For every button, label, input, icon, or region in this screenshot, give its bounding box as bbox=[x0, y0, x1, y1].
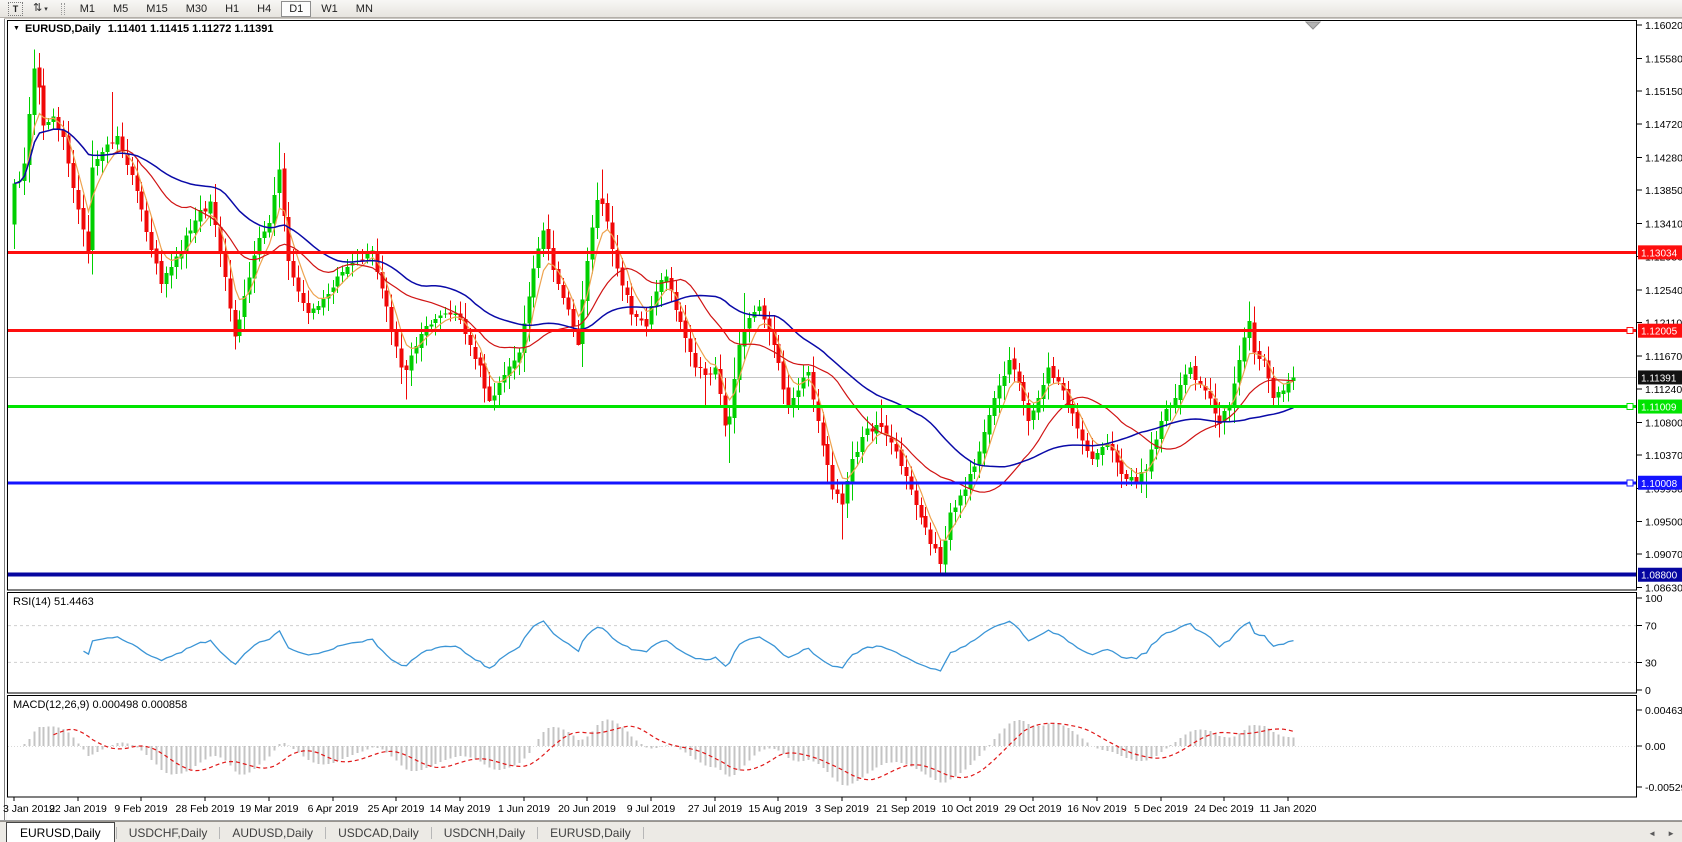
svg-text:1 Jun 2019: 1 Jun 2019 bbox=[498, 803, 550, 815]
text-tool-icon: T bbox=[8, 1, 23, 16]
timeframe-button-d1[interactable]: D1 bbox=[281, 0, 312, 17]
price-axis: 1.16020 1.15580 1.15150 1.14720 1.14280 1.138… bbox=[1637, 20, 1682, 794]
svg-text:1.13034: 1.13034 bbox=[1641, 248, 1678, 259]
timeframe-button-mn[interactable]: MN bbox=[348, 1, 381, 17]
tab-usdchf-daily[interactable]: USDCHF,Daily bbox=[118, 824, 219, 842]
svg-text:1.08800: 1.08800 bbox=[1641, 571, 1678, 582]
svg-text:27 Jul 2019: 27 Jul 2019 bbox=[688, 803, 742, 815]
svg-text:1.16020: 1.16020 bbox=[1645, 20, 1682, 32]
svg-text:15 Aug 2019: 15 Aug 2019 bbox=[749, 803, 808, 815]
tab-scroll-right-icon[interactable]: ► bbox=[1667, 830, 1675, 838]
chart-tabbar: EURUSD,Daily USDCHF,Daily AUDUSD,Daily USDC… bbox=[0, 821, 1682, 842]
svg-text:5 Dec 2019: 5 Dec 2019 bbox=[1134, 803, 1188, 815]
cursor-tool-button[interactable]: ⇅ ▾ bbox=[29, 0, 52, 17]
svg-text:1.10800: 1.10800 bbox=[1645, 417, 1682, 429]
svg-text:9 Feb 2019: 9 Feb 2019 bbox=[114, 803, 167, 815]
svg-text:19 Mar 2019: 19 Mar 2019 bbox=[240, 803, 299, 815]
svg-text:1.14280: 1.14280 bbox=[1645, 152, 1682, 164]
timeframe-button-h1[interactable]: H1 bbox=[217, 1, 247, 17]
svg-text:1.14720: 1.14720 bbox=[1645, 119, 1682, 131]
svg-text:1.11391: 1.11391 bbox=[1641, 373, 1677, 384]
svg-text:0.00463: 0.00463 bbox=[1645, 705, 1682, 717]
price-chart-svg[interactable]: 1.16020 1.15580 1.15150 1.14720 1.14280 1.138… bbox=[0, 0, 1682, 842]
svg-text:0.00: 0.00 bbox=[1645, 741, 1666, 753]
tab-eurusd-daily[interactable]: EURUSD,Daily bbox=[6, 822, 115, 842]
chart-symbol-label: EURUSD,Daily bbox=[24, 23, 101, 35]
svg-text:1.10008: 1.10008 bbox=[1641, 479, 1678, 490]
mt4-window: T ⇅ ▾ M1 M5 M15 M30 H1 H4 D1 W1 MN 1.16020 1.1558… bbox=[0, 0, 1682, 842]
svg-text:1.15580: 1.15580 bbox=[1645, 54, 1682, 66]
svg-text:16 Nov 2019: 16 Nov 2019 bbox=[1067, 803, 1127, 815]
svg-text:21 Sep 2019: 21 Sep 2019 bbox=[876, 803, 936, 815]
tab-scroll-arrows: ◄ ► bbox=[1648, 830, 1675, 838]
svg-text:1.11240: 1.11240 bbox=[1645, 384, 1682, 396]
pane-frames bbox=[0, 20, 1682, 821]
tab-separator bbox=[325, 827, 327, 839]
svg-text:3 Jan 2019: 3 Jan 2019 bbox=[3, 803, 55, 815]
svg-text:1.11009: 1.11009 bbox=[1641, 403, 1677, 414]
tab-separator bbox=[642, 827, 644, 839]
svg-text:9 Jul 2019: 9 Jul 2019 bbox=[627, 803, 676, 815]
timeframe-button-m15[interactable]: M15 bbox=[138, 1, 175, 17]
macd-indicator-label: MACD(12,26,9) 0.000498 0.000858 bbox=[13, 699, 188, 711]
tab-eurusd-daily[interactable]: EURUSD,Daily bbox=[539, 824, 642, 842]
toolbar-grip bbox=[60, 2, 65, 15]
svg-text:22 Jan 2019: 22 Jan 2019 bbox=[49, 803, 107, 815]
chart-tabs: EURUSD,Daily USDCHF,Daily AUDUSD,Daily USDC… bbox=[6, 822, 645, 842]
chart-title: ▼ EURUSD,Daily 1.11401 1.11415 1.11272 1.1… bbox=[13, 23, 274, 35]
tab-usdcnh-daily[interactable]: USDCNH,Daily bbox=[433, 824, 536, 842]
svg-text:1.12540: 1.12540 bbox=[1645, 285, 1682, 297]
svg-text:3 Sep 2019: 3 Sep 2019 bbox=[815, 803, 869, 815]
svg-text:1.09070: 1.09070 bbox=[1645, 549, 1682, 561]
svg-text:1.12005: 1.12005 bbox=[1641, 327, 1678, 338]
svg-text:10 Oct 2019: 10 Oct 2019 bbox=[941, 803, 998, 815]
toolbar: T ⇅ ▾ M1 M5 M15 M30 H1 H4 D1 W1 MN bbox=[0, 0, 1682, 18]
timeframe-button-w1[interactable]: W1 bbox=[313, 1, 346, 17]
timeframe-button-m5[interactable]: M5 bbox=[105, 1, 136, 17]
updown-arrows-icon: ⇅ bbox=[33, 2, 43, 14]
text-tool-button[interactable]: T bbox=[4, 0, 27, 17]
svg-text:70: 70 bbox=[1645, 621, 1657, 633]
tab-separator bbox=[537, 827, 539, 839]
svg-text:0: 0 bbox=[1645, 685, 1651, 697]
svg-text:1.11670: 1.11670 bbox=[1645, 351, 1682, 363]
svg-text:1.13850: 1.13850 bbox=[1645, 185, 1682, 197]
svg-text:100: 100 bbox=[1645, 593, 1663, 605]
svg-text:1.15150: 1.15150 bbox=[1645, 86, 1682, 98]
svg-text:28 Feb 2019: 28 Feb 2019 bbox=[176, 803, 235, 815]
tab-scroll-left-icon[interactable]: ◄ bbox=[1648, 830, 1656, 838]
timeframe-button-m1[interactable]: M1 bbox=[72, 1, 103, 17]
tab-separator bbox=[115, 827, 117, 839]
svg-text:-0.00529: -0.00529 bbox=[1645, 782, 1682, 794]
svg-text:6 Apr 2019: 6 Apr 2019 bbox=[308, 803, 359, 815]
timeframe-button-m30[interactable]: M30 bbox=[178, 1, 215, 17]
svg-text:14 May 2019: 14 May 2019 bbox=[430, 803, 491, 815]
svg-text:25 Apr 2019: 25 Apr 2019 bbox=[368, 803, 425, 815]
svg-text:1.13410: 1.13410 bbox=[1645, 219, 1682, 231]
svg-text:29 Oct 2019: 29 Oct 2019 bbox=[1004, 803, 1061, 815]
rsi-indicator-label: RSI(14) 51.4463 bbox=[13, 596, 94, 608]
chevron-down-icon: ▾ bbox=[44, 5, 48, 13]
svg-text:30: 30 bbox=[1645, 657, 1657, 669]
tab-separator bbox=[219, 827, 221, 839]
tab-usdcad-daily[interactable]: USDCAD,Daily bbox=[327, 824, 430, 842]
svg-text:1.09500: 1.09500 bbox=[1645, 516, 1682, 528]
timeframe-button-h4[interactable]: H4 bbox=[249, 1, 279, 17]
svg-text:20 Jun 2019: 20 Jun 2019 bbox=[558, 803, 616, 815]
window-menu-triangle-icon: ▼ bbox=[13, 25, 20, 32]
svg-text:11 Jan 2020: 11 Jan 2020 bbox=[1259, 803, 1316, 815]
tab-separator bbox=[430, 827, 432, 839]
svg-text:1.10370: 1.10370 bbox=[1645, 450, 1682, 462]
svg-text:24 Dec 2019: 24 Dec 2019 bbox=[1194, 803, 1254, 815]
chart-canvas[interactable]: 1.16020 1.15580 1.15150 1.14720 1.14280 1.138… bbox=[0, 0, 1682, 842]
timeframe-group: M1 M5 M15 M30 H1 H4 D1 W1 MN bbox=[72, 0, 381, 17]
chart-ohlc-values: 1.11401 1.11415 1.11272 1.11391 bbox=[107, 23, 274, 35]
tab-audusd-daily[interactable]: AUDUSD,Daily bbox=[221, 824, 324, 842]
date-axis: 3 Jan 201922 Jan 2019 9 Feb 2019 28 Feb 20… bbox=[3, 797, 1317, 815]
